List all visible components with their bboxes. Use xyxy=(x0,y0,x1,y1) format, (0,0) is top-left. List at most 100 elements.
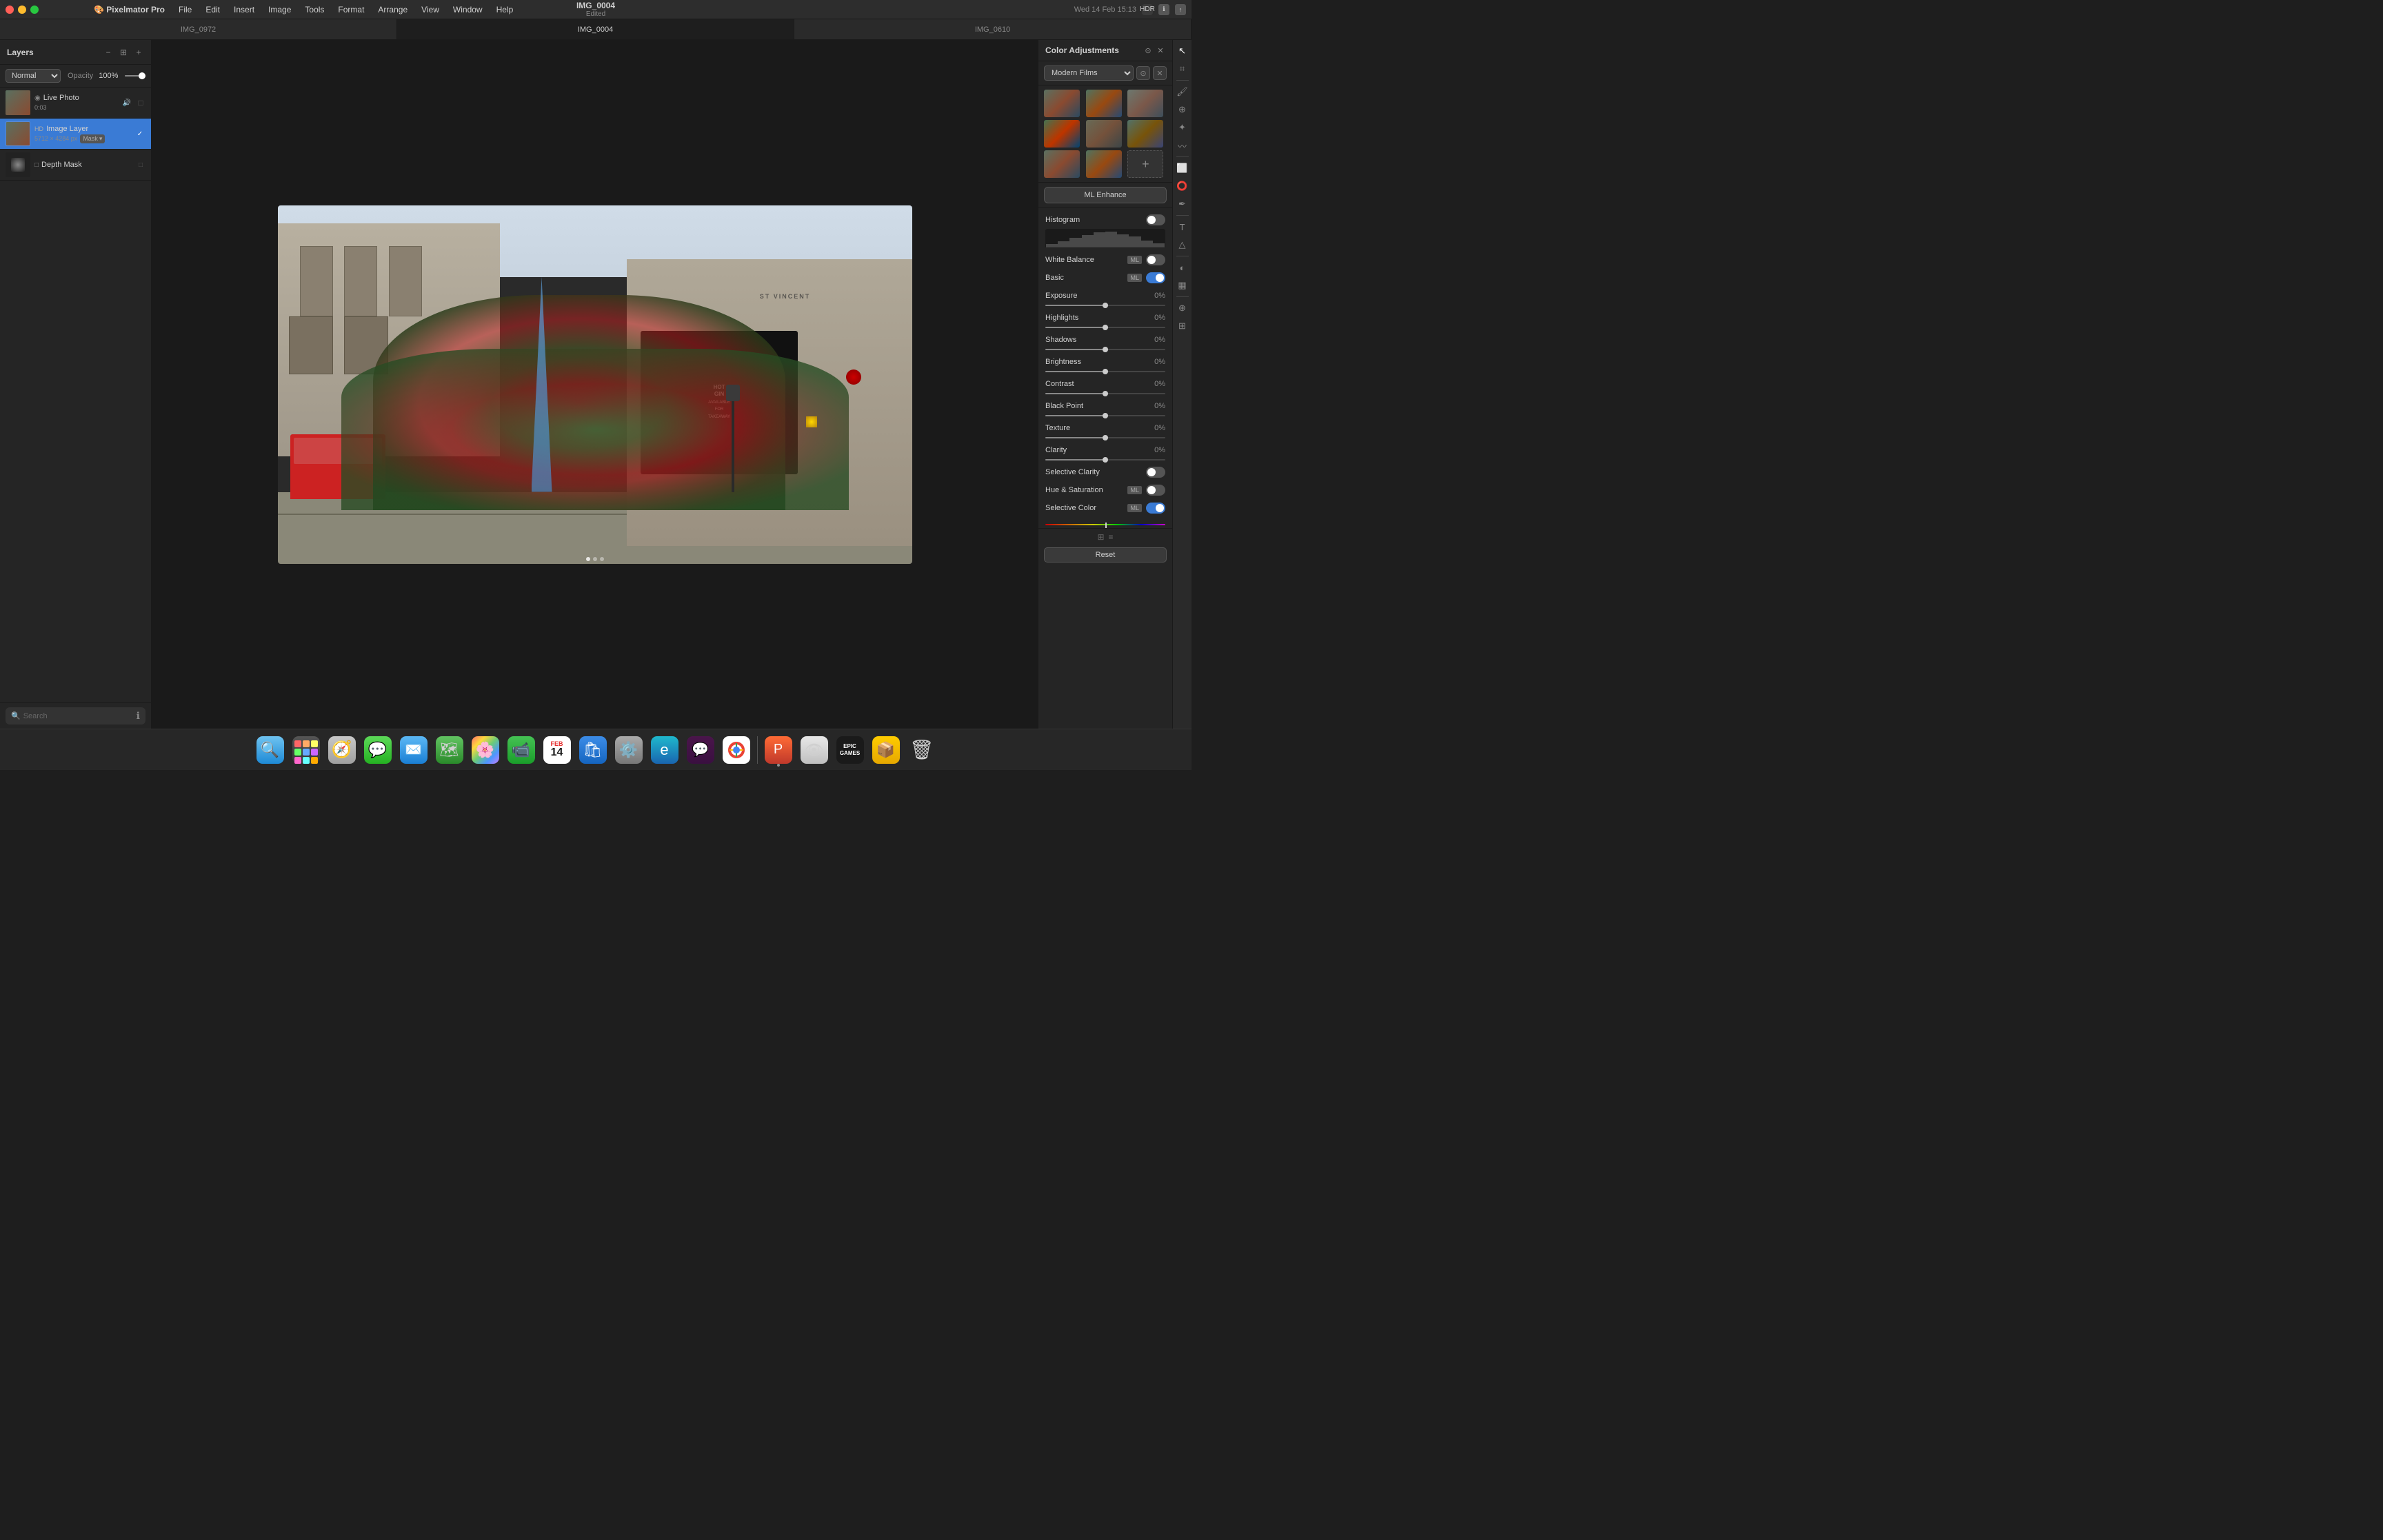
dock-facetime[interactable]: 📹 xyxy=(505,733,538,767)
dock-slack[interactable]: 💬 xyxy=(684,733,717,767)
tool-crop[interactable]: ⌗ xyxy=(1174,61,1191,77)
dock-preview[interactable]: 👁 xyxy=(798,733,831,767)
adj-histogram-toggle[interactable] xyxy=(1146,214,1165,225)
maximize-button[interactable] xyxy=(30,6,39,14)
adj-exposure-slider[interactable] xyxy=(1045,305,1165,306)
menu-arrange[interactable]: Arrange xyxy=(372,3,413,16)
menu-format[interactable]: Format xyxy=(332,3,370,16)
layers-add-btn[interactable]: + xyxy=(133,47,144,58)
menu-edit[interactable]: Edit xyxy=(200,3,225,16)
tool-select[interactable]: ⬜ xyxy=(1174,160,1191,176)
reset-button[interactable]: Reset xyxy=(1044,547,1167,563)
bottom-list-icon[interactable]: ≡ xyxy=(1109,532,1114,542)
ca-close-btn[interactable]: ✕ xyxy=(1156,45,1165,55)
adj-highlights-slider[interactable] xyxy=(1045,327,1165,328)
ca-options-btn[interactable]: ⊙ xyxy=(1143,45,1153,55)
menu-file[interactable]: File xyxy=(173,3,197,16)
dock-epic[interactable]: EPICGAMES xyxy=(834,733,867,767)
layer-hide-live[interactable]: □ xyxy=(136,98,145,108)
dock-pixelmator[interactable]: P xyxy=(762,733,795,767)
layers-options-btn[interactable]: ⊞ xyxy=(118,47,129,58)
adj-selective-clarity-toggle[interactable] xyxy=(1146,467,1165,478)
menu-insert[interactable]: Insert xyxy=(228,3,260,16)
dock-maps[interactable]: 🗺 xyxy=(433,733,466,767)
tool-pen[interactable]: ✒ xyxy=(1174,196,1191,212)
preset-thumb-7[interactable] xyxy=(1044,150,1080,178)
dock-unarchiver[interactable]: 📦 xyxy=(869,733,903,767)
dock-chrome[interactable] xyxy=(720,733,753,767)
tool-paint[interactable]: 🖌 xyxy=(1174,83,1191,100)
menu-view[interactable]: View xyxy=(416,3,445,16)
share-button[interactable]: ↑ xyxy=(1175,4,1186,15)
tool-cursor[interactable]: ↖ xyxy=(1174,43,1191,59)
dock-trash[interactable]: 🗑 xyxy=(905,733,938,767)
dock-photos[interactable]: 🌸 xyxy=(469,733,502,767)
adj-basic-toggle[interactable] xyxy=(1146,272,1165,283)
preset-thumb-8[interactable] xyxy=(1086,150,1122,178)
preset-select[interactable]: Modern Films xyxy=(1044,65,1134,81)
dock-safari[interactable]: 🧭 xyxy=(325,733,359,767)
layer-hide-depth[interactable]: □ xyxy=(136,160,145,170)
opacity-slider[interactable] xyxy=(125,75,145,77)
preset-thumb-4[interactable] xyxy=(1044,120,1080,148)
tool-gradient[interactable]: ▦ xyxy=(1174,277,1191,294)
adj-contrast-slider[interactable] xyxy=(1045,393,1165,394)
tool-zoom[interactable]: ⊕ xyxy=(1174,300,1191,316)
close-button[interactable] xyxy=(6,6,14,14)
dock-appstore[interactable]: 🛍 xyxy=(576,733,610,767)
preset-options-btn[interactable]: ⊙ xyxy=(1136,66,1150,80)
preset-add-thumb[interactable]: + xyxy=(1127,150,1163,178)
search-input[interactable] xyxy=(23,712,134,720)
menu-tools[interactable]: Tools xyxy=(299,3,330,16)
blend-mode-select[interactable]: Normal xyxy=(6,69,61,83)
layers-collapse-btn[interactable]: − xyxy=(103,47,114,58)
tab-img0004[interactable]: IMG_0004 xyxy=(397,19,794,39)
menu-help[interactable]: Help xyxy=(491,3,519,16)
dock-mail[interactable]: ✉️ xyxy=(397,733,430,767)
adj-hue-saturation-toggle[interactable] xyxy=(1146,485,1165,496)
preset-thumb-1[interactable] xyxy=(1044,90,1080,117)
hdr-button[interactable]: HDR xyxy=(1142,4,1153,15)
layer-visibility-live[interactable]: 🔊 xyxy=(122,98,132,108)
tool-retouch[interactable]: ✦ xyxy=(1174,119,1191,136)
preset-thumb-2[interactable] xyxy=(1086,90,1122,117)
preset-thumb-3[interactable] xyxy=(1127,90,1163,117)
tab-img0610[interactable]: IMG_0610 xyxy=(794,19,1192,39)
mask-badge[interactable]: Mask ▾ xyxy=(80,134,105,143)
search-add-btn[interactable]: ℹ xyxy=(137,710,140,722)
dock-launchpad[interactable] xyxy=(290,733,323,767)
layer-check-image[interactable]: ✓ xyxy=(134,128,145,139)
info-button[interactable]: ℹ xyxy=(1158,4,1169,15)
adj-white-balance-toggle[interactable] xyxy=(1146,254,1165,265)
tool-type[interactable]: T xyxy=(1174,219,1191,235)
menu-image[interactable]: Image xyxy=(263,3,296,16)
tool-shape[interactable]: △ xyxy=(1174,236,1191,253)
adj-texture-slider[interactable] xyxy=(1045,437,1165,438)
adj-shadows-slider[interactable] xyxy=(1045,349,1165,350)
menu-window[interactable]: Window xyxy=(448,3,488,16)
preset-add-btn[interactable]: ✕ xyxy=(1153,66,1167,80)
dock-messages[interactable]: 💬 xyxy=(361,733,394,767)
tool-pointer[interactable]: ⊞ xyxy=(1174,318,1191,334)
adj-black-point-slider[interactable] xyxy=(1045,415,1165,416)
dock-finder[interactable]: 🔍 xyxy=(254,733,287,767)
dock-settings[interactable]: ⚙️ xyxy=(612,733,645,767)
ml-enhance-button[interactable]: ML Enhance xyxy=(1044,187,1167,203)
tool-smudge[interactable]: 〰 xyxy=(1174,137,1191,154)
tab-img0972[interactable]: IMG_0972 xyxy=(0,19,397,39)
bottom-grid-icon[interactable]: ⊞ xyxy=(1097,532,1104,542)
adj-brightness-slider[interactable] xyxy=(1045,371,1165,372)
preset-thumb-5[interactable] xyxy=(1086,120,1122,148)
adj-clarity-slider[interactable] xyxy=(1045,459,1165,460)
layer-depth-mask[interactable]: □ Depth Mask □ xyxy=(0,150,151,181)
tool-color-adj[interactable]: ◐ xyxy=(1174,259,1191,276)
layer-image[interactable]: HD Image Layer 5712 × 4284 px Mask ▾ ✓ xyxy=(0,119,151,150)
dock-calendar[interactable]: FEB 14 xyxy=(541,733,574,767)
dock-edge[interactable]: e xyxy=(648,733,681,767)
layer-live-photo[interactable]: ◉ Live Photo 0:03 🔊 □ xyxy=(0,88,151,119)
adj-selective-color-toggle[interactable] xyxy=(1146,503,1165,514)
minimize-button[interactable] xyxy=(18,6,26,14)
tool-clone[interactable]: ⊕ xyxy=(1174,101,1191,118)
app-menu-pixelmator[interactable]: 🎨 Pixelmator Pro xyxy=(94,5,165,14)
tool-lasso[interactable]: ⭕ xyxy=(1174,178,1191,194)
